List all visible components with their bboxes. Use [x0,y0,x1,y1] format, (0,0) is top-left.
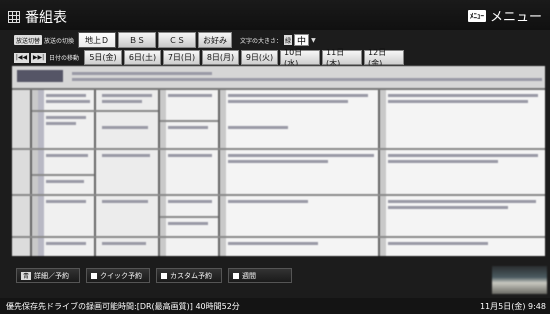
custom-reserve-button[interactable]: カスタム予約 [156,268,222,283]
tab-cs[interactable]: ＣＳ [158,32,197,48]
prev-day-icon[interactable]: |◀◀ [14,52,29,63]
top-bar: 番組表 ﾒﾆｭｰ メニュー [0,0,550,30]
date-tab[interactable]: 7日(日) [163,50,201,65]
menu-label: メニュー [489,10,542,25]
guide-header [12,66,545,88]
program-guide-icon [8,11,20,23]
title-area: 番組表 [8,7,67,27]
selected-program-thumbnail [17,70,63,82]
detail-reserve-button[interactable]: 青 詳細／予約 [16,268,80,283]
channel-column[interactable] [96,88,158,256]
date-nav-label: 日付の移動 [49,55,80,62]
font-size-key[interactable]: 緑 [284,35,293,45]
quick-reserve-label: クイック予約 [100,271,142,280]
detail-reserve-label: 詳細／予約 [34,271,69,280]
function-buttons: 青 詳細／予約 クイック予約 カスタム予約 週間 [16,268,292,283]
weekly-label: 週間 [242,271,256,280]
date-tab[interactable]: 9日(火) [241,50,279,65]
broadcast-switch-label: 放送の切換 [44,37,75,45]
menu-icon: ﾒﾆｭｰ [467,9,486,22]
current-datetime: 11月5日(金) 9:48 [479,302,546,311]
date-tab[interactable]: 8日(月) [202,50,240,65]
date-nav-row: |◀◀ ▶▶| 日付の移動 5日(金) 6日(土) 7日(日) 8日(月) 9日… [14,48,405,68]
menu-button[interactable]: ﾒﾆｭｰ メニュー [467,6,542,25]
broadcast-switch-key[interactable]: 放送切替 [14,35,43,45]
broadcast-row: 放送切替 放送の切換 地上Ｄ ＢＳ ＣＳ お好み 文字の大きさ： 緑 中 ▼ [14,32,316,48]
font-size-value[interactable]: 中 [294,34,310,47]
blue-key-icon: 青 [21,271,31,280]
next-day-icon[interactable]: ▶▶| [31,52,46,63]
date-tab[interactable]: 11日(木) [322,48,363,68]
yellow-key-icon [233,272,239,279]
green-key-icon [161,272,167,279]
custom-reserve-label: カスタム予約 [170,271,212,280]
date-tab[interactable]: 6日(土) [124,50,162,65]
tab-terrestrial[interactable]: 地上Ｄ [78,32,117,48]
channel-column[interactable] [220,88,378,256]
tab-bs[interactable]: ＢＳ [118,32,157,48]
quick-reserve-button[interactable]: クイック予約 [86,268,150,283]
date-tab[interactable]: 12日(金) [364,48,405,68]
page-title: 番組表 [25,10,67,26]
font-size-dropdown-icon[interactable]: ▼ [311,37,316,44]
recording-capacity-text: 優先保存先ドライブの録画可能時間:[DR(最高画質)] 40時間52分 [6,302,240,311]
time-column [12,88,30,256]
red-key-icon [91,272,97,279]
live-preview-thumbnail [492,266,547,294]
weekly-button[interactable]: 週間 [228,268,292,283]
channel-column[interactable] [380,88,545,256]
status-bar: 優先保存先ドライブの録画可能時間:[DR(最高画質)] 40時間52分 11月5… [0,298,550,314]
date-tab[interactable]: 5日(金) [84,50,123,65]
tab-favorites[interactable]: お好み [198,32,233,48]
channel-column[interactable] [160,88,218,256]
date-tab[interactable]: 10日(水) [280,48,321,68]
program-guide-grid[interactable] [12,66,545,256]
font-size-label: 文字の大きさ： [240,37,283,45]
